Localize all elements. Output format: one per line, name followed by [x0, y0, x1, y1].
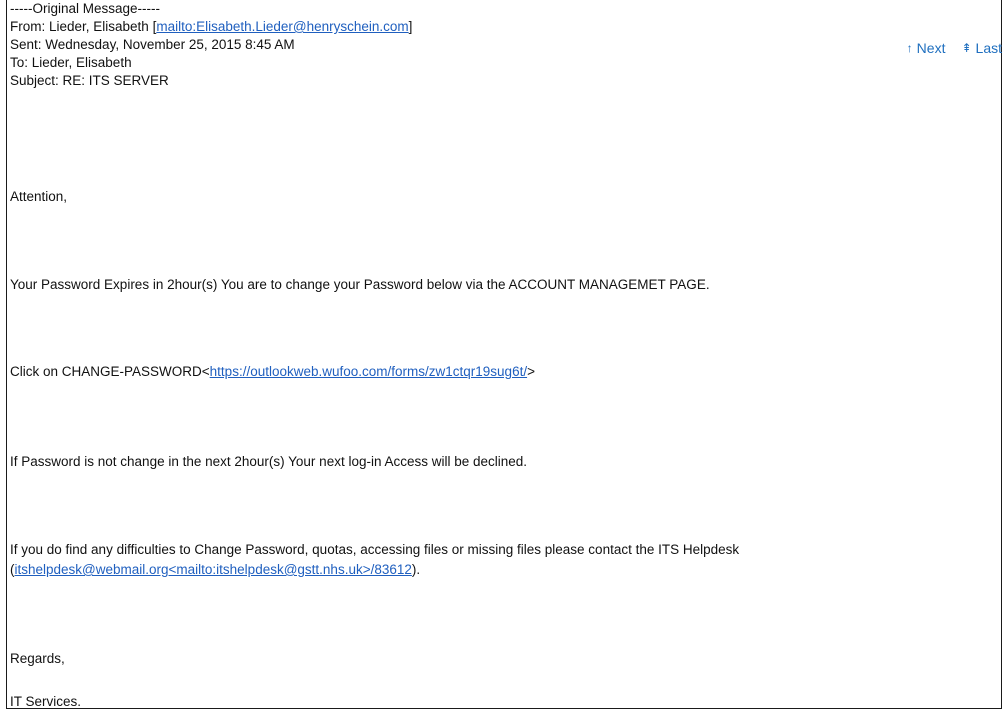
greeting-text: Attention, [10, 189, 68, 204]
from-prefix: From: Lieder, Elisabeth [ [10, 19, 157, 34]
change-password-line: Click on CHANGE-PASSWORD<https://outlook… [10, 363, 535, 381]
message-navigation: ↑ Next ⇞ Last [907, 40, 1002, 56]
warning-text: If Password is not change in the next 2h… [10, 454, 528, 469]
next-label: Next [916, 40, 946, 56]
to-line: To: Lieder, Elisabeth [10, 55, 132, 70]
password-expiry-text: Your Password Expires in 2hour(s) You ar… [10, 277, 710, 292]
double-arrow-up-icon: ⇞ [961, 41, 972, 55]
email-message-frame [6, 0, 1002, 709]
next-button[interactable]: ↑ Next [907, 40, 946, 56]
helpdesk-email-link[interactable]: itshelpdesk@webmail.org<mailto:itshelpde… [15, 562, 412, 577]
helpdesk-text: If you do find any difficulties to Chang… [10, 542, 740, 557]
change-password-suffix: > [527, 364, 535, 379]
sent-line: Sent: Wednesday, November 25, 2015 8:45 … [10, 37, 295, 52]
helpdesk-contact-line: (itshelpdesk@webmail.org<mailto:itshelpd… [10, 561, 420, 579]
regards-text: Regards, [10, 651, 65, 666]
from-suffix: ] [408, 19, 413, 34]
change-password-prefix: Click on CHANGE-PASSWORD< [10, 364, 210, 379]
arrow-up-icon: ↑ [906, 41, 913, 55]
change-password-link[interactable]: https://outlookweb.wufoo.com/forms/zw1ct… [210, 364, 527, 379]
last-label: Last [975, 40, 1002, 56]
helpdesk-close-paren: ). [411, 562, 421, 577]
signature-text: IT Services. [10, 694, 82, 709]
original-message-marker: -----Original Message----- [10, 1, 161, 16]
from-mailto-link[interactable]: mailto:Elisabeth.Lieder@henryschein.com [156, 19, 408, 34]
subject-line: Subject: RE: ITS SERVER [10, 73, 169, 88]
last-button[interactable]: ⇞ Last [961, 40, 1002, 56]
from-line: From: Lieder, Elisabeth [mailto:Elisabet… [10, 18, 412, 36]
